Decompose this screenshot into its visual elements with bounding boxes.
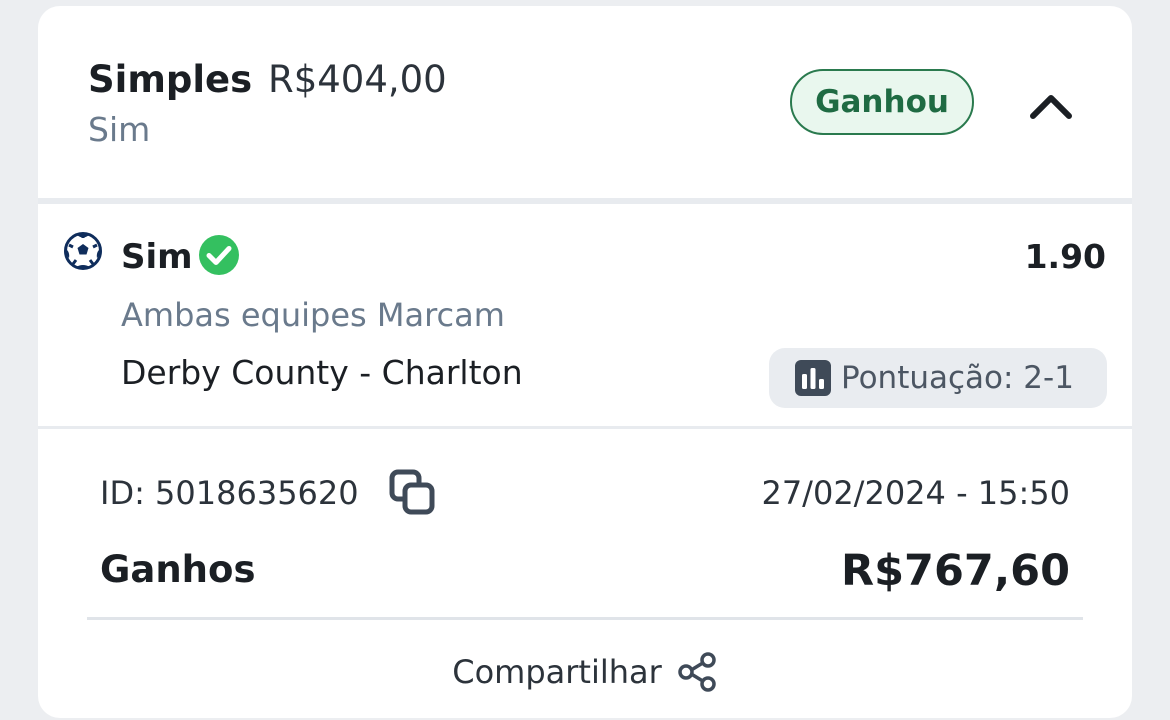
bet-stake: R$404,00 bbox=[268, 58, 447, 101]
status-badge: Ganhou bbox=[790, 69, 974, 135]
score-label: Pontuação: 2-1 bbox=[841, 360, 1074, 396]
divider bbox=[87, 617, 1083, 620]
bar-chart-icon bbox=[795, 360, 831, 396]
chevron-up-icon[interactable] bbox=[1028, 86, 1074, 122]
winnings-value: R$767,60 bbox=[841, 546, 1070, 596]
selection-row: Sim 1.90 Ambas equipes Marcam Derby Coun… bbox=[38, 204, 1132, 426]
share-icon bbox=[678, 652, 716, 692]
bet-selection-summary: Sim bbox=[88, 110, 151, 149]
odds-value: 1.90 bbox=[1024, 237, 1106, 276]
bet-header[interactable]: Simples R$404,00 Sim Ganhou bbox=[38, 6, 1132, 198]
share-label: Compartilhar bbox=[452, 653, 662, 691]
selection-name: Sim bbox=[121, 237, 193, 277]
score-badge[interactable]: Pontuação: 2-1 bbox=[769, 348, 1107, 408]
copy-icon[interactable] bbox=[388, 468, 438, 518]
winnings-label: Ganhos bbox=[100, 548, 256, 591]
check-circle-icon bbox=[199, 235, 239, 275]
divider bbox=[38, 426, 1132, 429]
bet-id: ID: 5018635620 bbox=[100, 474, 359, 512]
bet-card: Simples R$404,00 Sim Ganhou Sim 1.90 Amb… bbox=[38, 6, 1132, 718]
event-name: Derby County - Charlton bbox=[121, 353, 523, 392]
bet-type: Simples bbox=[88, 58, 253, 101]
market-name: Ambas equipes Marcam bbox=[121, 296, 505, 334]
bet-datetime: 27/02/2024 - 15:50 bbox=[761, 474, 1070, 512]
share-button[interactable]: Compartilhar bbox=[38, 642, 1132, 702]
soccer-ball-icon bbox=[64, 232, 102, 270]
